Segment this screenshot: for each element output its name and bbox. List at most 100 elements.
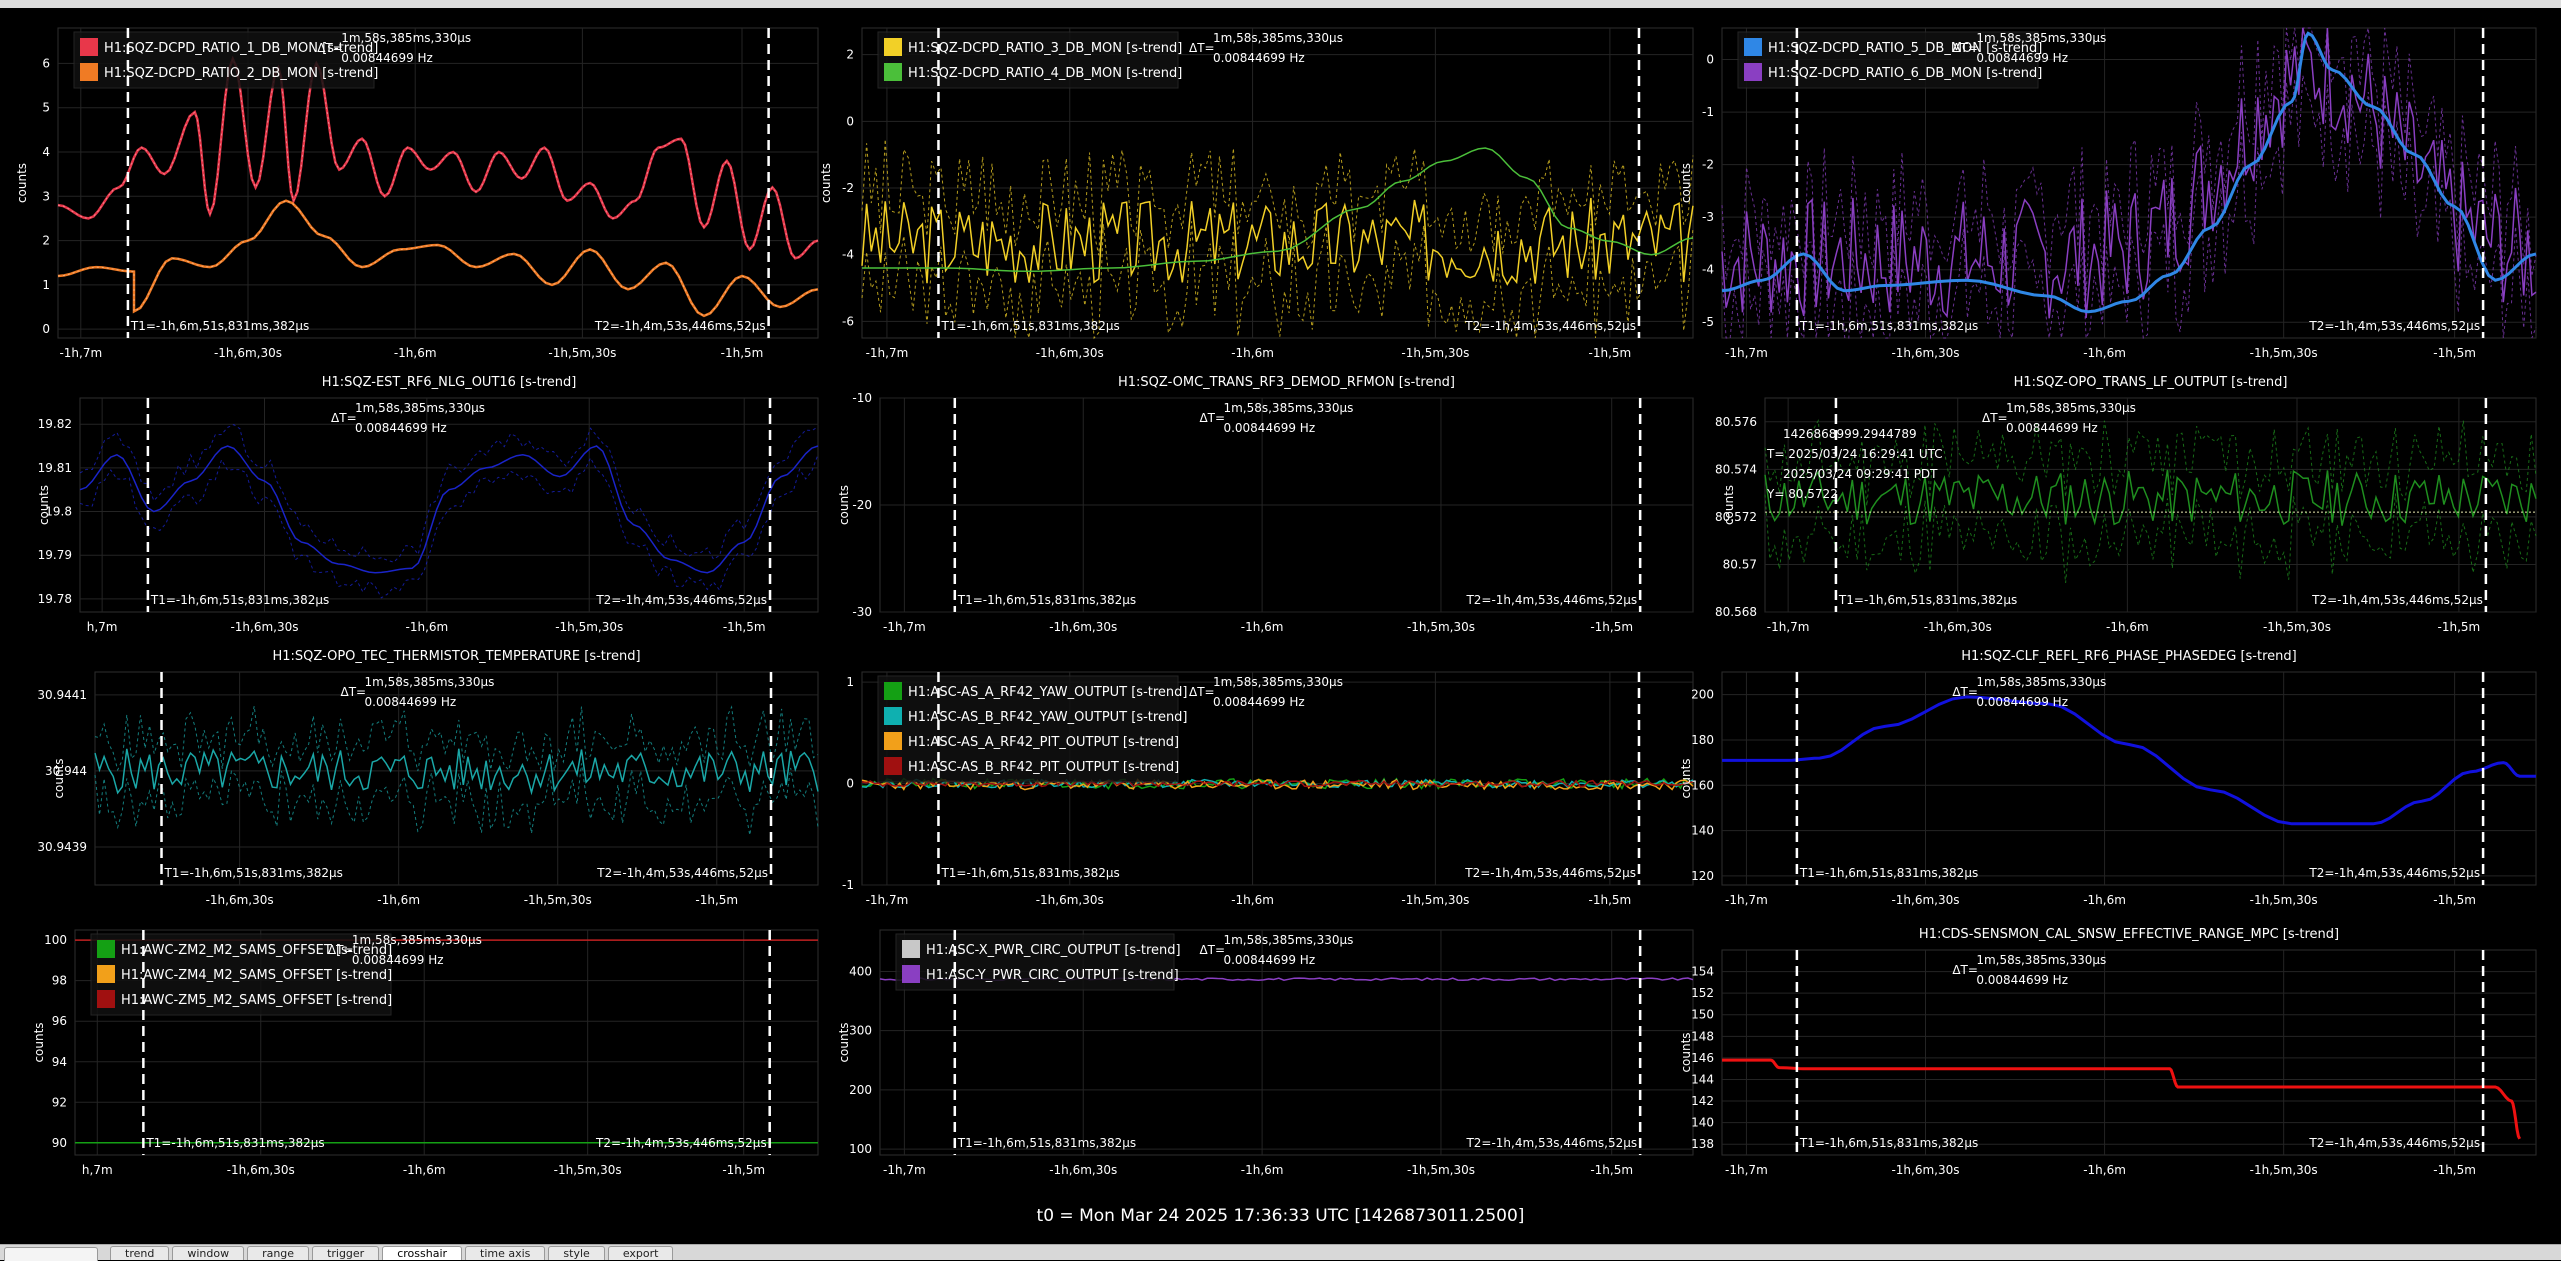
chart-panel-11[interactable]: counts400300200100-1h,7m -1h,6m,30s -1h,6m…: [837, 929, 1694, 1177]
delta-t-frequency: 0.00844699 Hz: [1223, 953, 1315, 967]
x-tick-label: -1h,5m,30s: [2250, 346, 2318, 360]
chart-panel-3[interactable]: counts 0 -1 -2 -3 -4 -5 -1h,7m -1h,6m,30s -1h,6m -…: [1679, 27, 2537, 360]
y-tick-label: 142: [1691, 1094, 1714, 1108]
chart-panel-5[interactable]: H1:SQZ-OMC_TRANS_RF3_DEMOD_RFMON [s-tren…: [837, 375, 1694, 634]
y-tick-label: 90: [52, 1136, 67, 1150]
chart-panel-2[interactable]: counts 2 0 -2 -4 -6 -1h,7m -1h,6m,30s -1h,6m -1h,…: [819, 27, 1694, 360]
delta-t-value: 1m,58s,385ms,330µs: [1213, 31, 1343, 45]
x-tick-label: -1h,6m: [1241, 620, 1284, 634]
y-tick-label: 80.576: [1715, 415, 1757, 429]
chart-title: H1:CDS-SENSMON_CAL_SNSW_EFFECTIVE_RANGE_…: [1919, 927, 2339, 942]
delta-t-label: ΔT=: [328, 943, 354, 957]
x-tick-label: -1h,5m: [721, 346, 764, 360]
y-tick-label: -6: [842, 314, 854, 328]
chart-panel-1[interactable]: counts 0 1 2 3 4 5 6 -1h,7m -1h,6m,30s -1h,6m -1h,5…: [15, 27, 819, 360]
tab-crosshair[interactable]: crosshair: [382, 1246, 463, 1260]
legend-swatch: [884, 682, 902, 700]
delta-t-label: ΔT=: [317, 41, 343, 55]
y-tick-label: 98: [52, 974, 67, 988]
plot-frame: [94, 671, 819, 886]
x-tick-label: -1h,6m: [1231, 893, 1274, 907]
y-tick-label: 120: [1691, 869, 1714, 883]
delta-t-frequency: 0.00844699 Hz: [365, 695, 457, 709]
t1-label: T1=-1h,6m,51s,831ms,382µs: [145, 1136, 324, 1150]
x-tick-label: -1h,6m,30s: [1924, 620, 1992, 634]
y-tick-label: 94: [52, 1055, 67, 1069]
t1-label: T1=-1h,6m,51s,831ms,382µs: [150, 593, 329, 607]
tab-window[interactable]: window: [172, 1246, 245, 1260]
chart-panel-6[interactable]: H1:SQZ-OPO_TRANS_LF_OUTPUT [s-trend]coun…: [1715, 375, 2537, 634]
y-tick-label: 1: [846, 675, 854, 689]
x-tick-label: -1h,5m: [2433, 346, 2476, 360]
chart-panel-4[interactable]: H1:SQZ-EST_RF6_NLG_OUT16 [s-trend]counts…: [37, 375, 819, 634]
series-line: [1722, 1058, 2522, 1140]
x-tick-label: -1h,6m: [1231, 346, 1274, 360]
legend-entry: H1:SQZ-DCPD_RATIO_4_DB_MON [s-trend]: [908, 66, 1182, 81]
chart-panel-9[interactable]: H1:SQZ-CLF_REFL_RF6_PHASE_PHASEDEG [s-tr…: [1679, 649, 2537, 907]
tab-time-axis[interactable]: time axis: [465, 1246, 546, 1260]
y-tick-label: 200: [1691, 688, 1714, 702]
y-tick-label: 150: [1691, 1008, 1714, 1022]
series-envelope-max: [79, 424, 819, 563]
y-tick-label: 2: [42, 234, 50, 248]
x-tick-label: -1h,7m: [883, 1163, 926, 1177]
chart-panel-7[interactable]: H1:SQZ-OPO_TEC_THERMISTOR_TEMPERATURE [s…: [37, 649, 819, 907]
y-tick-label: 1: [42, 278, 50, 292]
delta-t-label: ΔT=: [1199, 411, 1225, 425]
tab-trigger[interactable]: trigger: [312, 1246, 380, 1260]
x-tick-label: -1h,6m: [2106, 620, 2149, 634]
chart-panel-8[interactable]: 1 0 -1 -1h,7m -1h,6m,30s -1h,6m -1h,5m,30s -1h,…: [842, 671, 1694, 907]
tab-bar: trend window range trigger crosshair tim…: [0, 1244, 2561, 1261]
x-tick-label: -1h,5m: [2433, 1163, 2476, 1177]
y-tick-label: -4: [1702, 263, 1714, 277]
x-tick-label: -1h,5m,30s: [1401, 346, 1469, 360]
x-tick-label: -1h,5m,30s: [2250, 1163, 2318, 1177]
t1-label: T1=-1h,6m,51s,831ms,382µs: [1799, 866, 1978, 880]
chart-title: H1:SQZ-CLF_REFL_RF6_PHASE_PHASEDEG [s-tr…: [1961, 649, 2296, 664]
legend-entry: H1:ASC-AS_A_RF42_PIT_OUTPUT [s-trend]: [908, 735, 1179, 750]
chart-panel-10[interactable]: counts 100 98 96 94 92 90 h,7m -1h,6m,30s -1h,6m -…: [32, 929, 819, 1177]
y-tick-label: 80.572: [1715, 510, 1757, 524]
tab-export[interactable]: export: [607, 1246, 674, 1260]
tab-range[interactable]: range: [247, 1246, 310, 1260]
t1-label: T1=-1h,6m,51s,831ms,382µs: [164, 866, 343, 880]
t2-label: T2=-1h,4m,53s,446ms,52µs: [595, 593, 767, 607]
legend-entry: H1:AWC-ZM5_M2_SAMS_OFFSET [s-trend]: [121, 993, 392, 1008]
y-tick-label: -20: [852, 498, 872, 512]
legend-swatch: [902, 940, 920, 958]
legend-swatch: [97, 965, 115, 983]
series-line: [57, 199, 819, 318]
chart-title: H1:SQZ-EST_RF6_NLG_OUT16 [s-trend]: [322, 375, 577, 390]
delta-t-frequency: 0.00844699 Hz: [341, 51, 433, 65]
delta-t-label: ΔT=: [1952, 41, 1978, 55]
legend-entry: H1:ASC-AS_B_RF42_PIT_OUTPUT [s-trend]: [908, 760, 1179, 775]
t2-label: T2=-1h,4m,53s,446ms,52µs: [2308, 1136, 2480, 1150]
tab-trend[interactable]: trend: [110, 1246, 170, 1260]
y-tick-label: 180: [1691, 733, 1714, 747]
delta-t-value: 1m,58s,385ms,330µs: [341, 31, 471, 45]
chart-grid[interactable]: counts0123456-1h,7m -1h,6m,30s -1h,6m -1h,5…: [0, 0, 2561, 1259]
x-tick-label: -1h,6m: [403, 1163, 446, 1177]
y-tick-label: 160: [1691, 778, 1714, 792]
chart-panel-12[interactable]: H1:CDS-SENSMON_CAL_SNSW_EFFECTIVE_RANGE_…: [1679, 927, 2537, 1177]
y-tick-label: 80.574: [1715, 462, 1757, 476]
tab-style[interactable]: style: [548, 1246, 605, 1260]
x-tick-label: -1h,5m: [1590, 1163, 1633, 1177]
x-tick-label: -1h,7m: [59, 346, 102, 360]
legend-entry: H1:ASC-AS_B_RF42_YAW_OUTPUT [s-trend]: [908, 710, 1188, 725]
y-axis-label: counts: [32, 1022, 46, 1062]
y-tick-label: -3: [1702, 210, 1714, 224]
series-envelope-min: [79, 454, 819, 599]
y-tick-label: 100: [44, 933, 67, 947]
t1-label: T1=-1h,6m,51s,831ms,382µs: [957, 593, 1136, 607]
legend-swatch: [80, 38, 98, 56]
x-tick-label: -1h,7m: [1767, 620, 1810, 634]
t2-label: T2=-1h,4m,53s,446ms,52µs: [2308, 866, 2480, 880]
t2-label: T2=-1h,4m,53s,446ms,52µs: [1465, 1136, 1637, 1150]
x-tick-label: -1h,5m: [1589, 346, 1632, 360]
delta-t-label: ΔT=: [341, 685, 367, 699]
plot-frame: [1721, 949, 2537, 1156]
x-tick-label: -1h,6m,30s: [1891, 1163, 1959, 1177]
x-tick-label: -1h,6m: [2083, 1163, 2126, 1177]
x-tick-label: -1h,5m,30s: [1401, 893, 1469, 907]
